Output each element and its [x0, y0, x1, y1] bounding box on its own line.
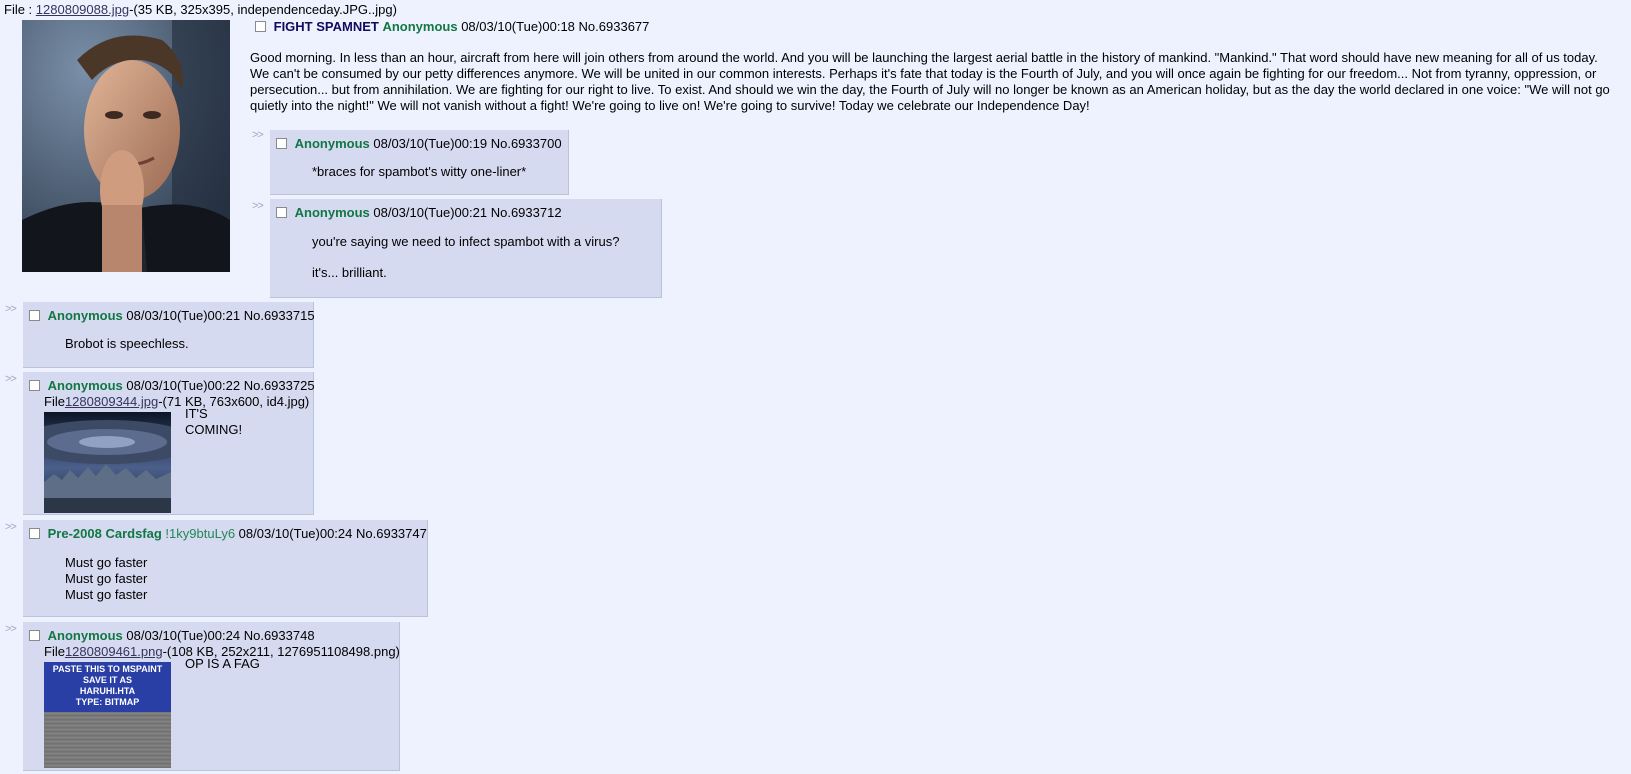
reply-delete-checkbox[interactable] — [29, 380, 40, 391]
reply-datetime: 08/03/10(Tue)00:24 — [126, 628, 241, 643]
reply-datetime: 08/03/10(Tue)00:21 — [373, 205, 488, 220]
reply-comment-line: you're saying we need to infect spambot … — [312, 234, 620, 249]
reply-poster-name: Anonymous — [294, 205, 370, 220]
reply-post: Anonymous 08/03/10(Tue)00:22 No.6933725 … — [23, 372, 315, 515]
reply-marker: >> — [5, 521, 17, 533]
thumbnail-caption: PASTE THIS TO MSPAINT SAVE IT AS HARUHI.… — [44, 662, 171, 712]
reply-post-number[interactable]: No.6933712 — [491, 205, 562, 220]
reply-file-label: File — [44, 644, 65, 659]
thumbnail-caption-line: SAVE IT AS — [82, 675, 132, 685]
op-datetime: 08/03/10(Tue)00:18 — [461, 19, 575, 34]
reply-poster-name: Anonymous — [47, 628, 123, 643]
thumbnail-caption-line: TYPE: BITMAP — [75, 697, 140, 707]
reply-datetime: 08/03/10(Tue)00:19 — [373, 136, 488, 151]
reply-file-link[interactable]: 1280809344.jpg — [65, 394, 158, 409]
reply-delete-checkbox[interactable] — [276, 138, 287, 149]
reply-post-number[interactable]: No.6933725 — [244, 378, 315, 393]
reply-poster-name: Anonymous — [47, 378, 123, 393]
reply-poster-name: Pre-2008 Cardsfag — [47, 526, 162, 541]
reply-datetime: 08/03/10(Tue)00:24 — [238, 526, 353, 541]
op-subject: FIGHT SPAMNET — [273, 19, 379, 34]
op-file-link[interactable]: 1280809088.jpg — [36, 2, 129, 17]
reply-header: Pre-2008 Cardsfag !1ky9btuLy6 08/03/10(T… — [29, 526, 427, 541]
noise-pattern — [44, 712, 171, 768]
op-post-number[interactable]: No.6933677 — [579, 19, 650, 34]
reply-comment-line: it's... brilliant. — [312, 265, 387, 280]
op-file-prefix: File : — [4, 2, 36, 17]
reply-thumbnail[interactable] — [44, 412, 171, 513]
reply-file-link[interactable]: 1280809461.png — [65, 644, 163, 659]
reply-comment-line: *braces for spambot's witty one-liner* — [312, 164, 527, 179]
op-poster-name: Anonymous — [382, 19, 458, 34]
reply-header: Anonymous 08/03/10(Tue)00:24 No.6933748 — [29, 628, 315, 643]
reply-marker: >> — [5, 303, 17, 315]
reply-datetime: 08/03/10(Tue)00:22 — [126, 378, 241, 393]
op-thumbnail[interactable] — [22, 20, 230, 272]
reply-file-meta: -(71 KB, 763x600, id4.jpg) — [158, 394, 310, 409]
op-header: FIGHT SPAMNET Anonymous 08/03/10(Tue)00:… — [255, 19, 649, 34]
reply-datetime: 08/03/10(Tue)00:21 — [126, 308, 241, 323]
op-delete-checkbox[interactable] — [255, 21, 266, 32]
reply-header: Anonymous 08/03/10(Tue)00:21 No.6933712 — [276, 205, 562, 220]
reply-thumbnail[interactable]: PASTE THIS TO MSPAINT SAVE IT AS HARUHI.… — [44, 662, 171, 768]
thumbnail-caption-line: PASTE THIS TO MSPAINT — [52, 664, 163, 674]
reply-post: Anonymous 08/03/10(Tue)00:21 No.6933712 … — [270, 199, 662, 298]
reply-post: Anonymous 08/03/10(Tue)00:21 No.6933715 … — [23, 302, 315, 368]
reply-delete-checkbox[interactable] — [29, 528, 40, 539]
reply-comment-line: IT'S — [185, 406, 208, 421]
thumbnail-caption-line: HARUHI.HTA — [79, 686, 136, 696]
reply-comment-line: COMING! — [185, 422, 243, 437]
reply-poster-name: Anonymous — [47, 308, 123, 323]
reply-post: Pre-2008 Cardsfag !1ky9btuLy6 08/03/10(T… — [23, 520, 428, 617]
reply-file-label: File — [44, 394, 65, 409]
op-file-meta: -(35 KB, 325x395, independenceday.JPG..j… — [129, 2, 397, 17]
reply-post-number[interactable]: No.6933747 — [356, 526, 427, 541]
reply-comment-line: OP IS A FAG — [185, 656, 260, 671]
reply-file-info: File1280809344.jpg-(71 KB, 763x600, id4.… — [44, 394, 309, 409]
reply-comment-line: Must go faster — [65, 571, 148, 586]
reply-delete-checkbox[interactable] — [29, 310, 40, 321]
reply-post-number[interactable]: No.6933748 — [244, 628, 315, 643]
reply-marker: >> — [5, 623, 17, 635]
reply-delete-checkbox[interactable] — [276, 207, 287, 218]
reply-comment-line: Brobot is speechless. — [65, 336, 189, 351]
reply-post-number[interactable]: No.6933715 — [244, 308, 315, 323]
reply-header: Anonymous 08/03/10(Tue)00:19 No.6933700 — [276, 136, 562, 151]
reply-poster-name: Anonymous — [294, 136, 370, 151]
reply-tripcode: !1ky9btuLy6 — [165, 526, 236, 541]
op-comment: Good morning. In less than an hour, airc… — [250, 50, 1610, 113]
reply-header: Anonymous 08/03/10(Tue)00:21 No.6933715 — [29, 308, 315, 323]
reply-delete-checkbox[interactable] — [29, 630, 40, 641]
reply-marker: >> — [5, 373, 17, 385]
reply-post: Anonymous 08/03/10(Tue)00:19 No.6933700 … — [270, 130, 569, 195]
reply-comment-line: Must go faster — [65, 587, 148, 602]
reply-marker: >> — [252, 200, 264, 212]
reply-marker: >> — [252, 129, 264, 141]
reply-header: Anonymous 08/03/10(Tue)00:22 No.6933725 — [29, 378, 315, 393]
reply-post: Anonymous 08/03/10(Tue)00:24 No.6933748 … — [23, 622, 400, 771]
reply-comment-line: Must go faster — [65, 555, 148, 570]
reply-post-number[interactable]: No.6933700 — [491, 136, 562, 151]
op-file-info: File : 1280809088.jpg-(35 KB, 325x395, i… — [4, 2, 397, 17]
